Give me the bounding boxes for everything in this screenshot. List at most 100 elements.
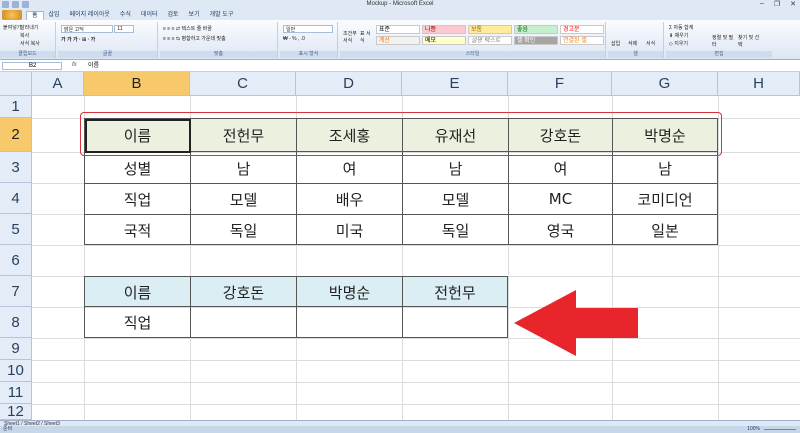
- zoom-slider[interactable]: [764, 429, 796, 430]
- table-cell[interactable]: 남: [191, 153, 296, 183]
- sort-filter-button[interactable]: 정렬 및 필터: [712, 34, 734, 48]
- office-button[interactable]: [2, 10, 22, 20]
- tab-data[interactable]: 데이터: [136, 11, 163, 20]
- tab-insert[interactable]: 삽입: [44, 11, 65, 20]
- fx-icon[interactable]: fx: [72, 62, 77, 68]
- table-cell[interactable]: 영국: [509, 215, 612, 245]
- row-header-9[interactable]: 9: [0, 338, 32, 360]
- table-cell[interactable]: 모델: [191, 184, 296, 214]
- table-cell[interactable]: 일본: [613, 215, 717, 245]
- style-bad[interactable]: 나쁨: [422, 25, 466, 34]
- copy-button[interactable]: 복사: [20, 32, 29, 39]
- table-cell[interactable]: 직업: [85, 184, 190, 214]
- column-header-e[interactable]: E: [402, 72, 508, 96]
- table-cell[interactable]: 국적: [85, 215, 190, 245]
- insert-cells-button[interactable]: 삽입: [611, 40, 620, 47]
- fill-button[interactable]: ⬇ 채우기: [669, 32, 688, 39]
- table-cell[interactable]: 독일: [403, 215, 508, 245]
- paste-button[interactable]: 붙여넣기: [3, 24, 21, 31]
- table-cell[interactable]: 독일: [191, 215, 296, 245]
- row-header-10[interactable]: 10: [0, 360, 32, 382]
- table-cell[interactable]: 배우: [297, 184, 402, 214]
- formula-input[interactable]: 이름: [88, 62, 796, 70]
- format-cells-button[interactable]: 서식: [646, 40, 655, 47]
- clear-button[interactable]: ◇ 지우기: [669, 40, 688, 47]
- table-cell[interactable]: 전헌무: [403, 277, 507, 307]
- wrap-text-button[interactable]: ≡ ≡ ≡ ⇄ 텍스트 줄 바꿈: [163, 25, 212, 32]
- style-check-cell[interactable]: 셀 확인: [514, 36, 558, 45]
- clipboard-group: 붙여넣기 잘라내기 복사 서식 복사 클립보드: [0, 22, 56, 58]
- table-cell[interactable]: [191, 308, 296, 337]
- column-header-g[interactable]: G: [612, 72, 718, 96]
- row-header-11[interactable]: 11: [0, 382, 32, 404]
- row-header-1[interactable]: 1: [0, 96, 32, 118]
- row-header-8[interactable]: 8: [0, 307, 32, 338]
- style-warning[interactable]: 경고문: [560, 25, 604, 34]
- style-calculation[interactable]: 계산: [376, 36, 420, 45]
- name-box[interactable]: B2: [2, 62, 62, 70]
- table-cell[interactable]: 성별: [85, 153, 190, 183]
- status-bar: 준비 100%: [0, 426, 800, 433]
- column-header-f[interactable]: F: [508, 72, 612, 96]
- style-good[interactable]: 좋음: [514, 25, 558, 34]
- table-cell[interactable]: 코미디언: [613, 184, 717, 214]
- column-header-h[interactable]: H: [718, 72, 800, 96]
- style-neutral[interactable]: 보통: [468, 25, 512, 34]
- restore-button[interactable]: ❐: [774, 0, 780, 8]
- row-header-12[interactable]: 12: [0, 403, 32, 420]
- table-cell[interactable]: 미국: [297, 215, 402, 245]
- table-cell[interactable]: 직업: [85, 308, 190, 337]
- table-cell[interactable]: MC: [509, 184, 612, 214]
- table-cell[interactable]: 남: [403, 153, 508, 183]
- number-format-select[interactable]: 일반: [283, 25, 333, 33]
- merge-center-button[interactable]: ≡ ≡ ≡ ⇆ 병합하고 가운데 맞춤: [163, 35, 226, 42]
- table-cell[interactable]: 남: [613, 153, 717, 183]
- table-cell[interactable]: 강호돈: [191, 277, 296, 307]
- row-header-5[interactable]: 5: [0, 214, 32, 245]
- row-header-6[interactable]: 6: [0, 245, 32, 276]
- row-header-2[interactable]: 2: [0, 118, 32, 152]
- column-header-d[interactable]: D: [296, 72, 402, 96]
- minimize-button[interactable]: –: [760, 0, 764, 8]
- format-painter-button[interactable]: 서식 복사: [20, 40, 40, 47]
- delete-cells-button[interactable]: 삭제: [628, 40, 637, 47]
- cut-button[interactable]: 잘라내기: [20, 24, 38, 31]
- column-header-a[interactable]: A: [32, 72, 84, 96]
- table-cell[interactable]: 여: [509, 153, 612, 183]
- tab-page-layout[interactable]: 페이지 레이아웃: [65, 11, 115, 20]
- editing-group: Σ 자동 합계 ⬇ 채우기 ◇ 지우기 정렬 및 필터 찾기 및 선택 편집: [666, 22, 772, 58]
- column-header-c[interactable]: C: [190, 72, 296, 96]
- select-all-corner[interactable]: [0, 72, 32, 96]
- table-cell[interactable]: 모델: [403, 184, 508, 214]
- number-format-buttons[interactable]: ₩ - % , .0: [283, 36, 305, 42]
- zoom-level[interactable]: 100%: [747, 426, 760, 433]
- row-header-4[interactable]: 4: [0, 183, 32, 214]
- table-cell[interactable]: [403, 308, 507, 337]
- tab-view[interactable]: 보기: [184, 11, 205, 20]
- style-note[interactable]: 메모: [422, 36, 466, 45]
- font-size-select[interactable]: 11: [114, 25, 135, 33]
- tab-review[interactable]: 검토: [163, 11, 184, 20]
- tab-developer[interactable]: 개발 도구: [205, 11, 239, 20]
- find-select-button[interactable]: 찾기 및 선택: [738, 34, 760, 48]
- table-cell[interactable]: 박명순: [297, 277, 402, 307]
- autosum-button[interactable]: Σ 자동 합계: [669, 24, 693, 31]
- gridline: [32, 245, 800, 246]
- table-format-button[interactable]: 표 서식: [360, 30, 374, 44]
- status-ready: 준비: [3, 426, 13, 432]
- table-cell[interactable]: 이름: [85, 277, 190, 307]
- tab-home[interactable]: 홈: [26, 11, 44, 20]
- conditional-format-button[interactable]: 조건부 서식: [343, 30, 359, 44]
- tab-formulas[interactable]: 수식: [115, 11, 136, 20]
- table-cell[interactable]: [297, 308, 402, 337]
- style-explanatory[interactable]: 설명 텍스트: [468, 36, 512, 45]
- table-cell[interactable]: 여: [297, 153, 402, 183]
- style-normal[interactable]: 표준: [376, 25, 420, 34]
- column-header-b[interactable]: B: [84, 72, 190, 96]
- font-style-buttons[interactable]: 가 가 가 · ⊞ · 가: [61, 36, 95, 43]
- font-family-select[interactable]: 맑은 고딕: [61, 25, 113, 33]
- row-header-3[interactable]: 3: [0, 152, 32, 183]
- close-button[interactable]: ✕: [790, 0, 796, 8]
- style-linked-cell[interactable]: 연결된 셀: [560, 36, 604, 45]
- row-header-7[interactable]: 7: [0, 276, 32, 307]
